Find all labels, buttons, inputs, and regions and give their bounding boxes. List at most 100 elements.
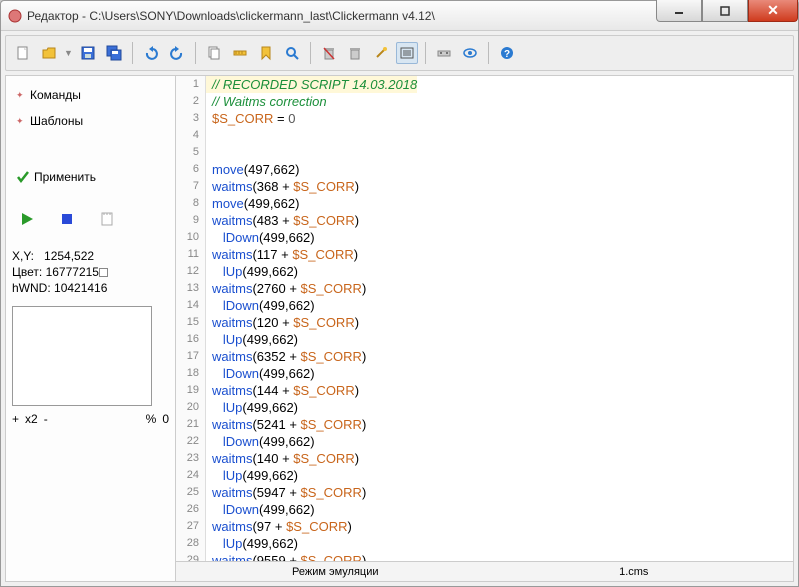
minimize-button[interactable] <box>656 0 702 22</box>
code-area[interactable]: 1// RECORDED SCRIPT 14.03.20182// Waitms… <box>176 76 793 561</box>
code-line[interactable]: 14 lDown(499,662) <box>176 297 793 314</box>
code-line[interactable]: 9waitms(483 + $S_CORR) <box>176 212 793 229</box>
code-line[interactable]: 29waitms(9559 + $S_CORR) <box>176 552 793 561</box>
save-all-button[interactable] <box>103 42 125 64</box>
help-button[interactable]: ? <box>496 42 518 64</box>
code-line[interactable]: 2// Waitms correction <box>176 93 793 110</box>
sidebar-templates[interactable]: ✦ Шаблоны <box>12 108 169 134</box>
code-src[interactable] <box>206 144 212 161</box>
code-line[interactable]: 25waitms(5947 + $S_CORR) <box>176 484 793 501</box>
code-line[interactable]: 24 lUp(499,662) <box>176 467 793 484</box>
open-file-button[interactable] <box>38 42 60 64</box>
code-src[interactable] <box>206 127 212 144</box>
code-line[interactable]: 16 lUp(499,662) <box>176 331 793 348</box>
code-src[interactable]: lUp(499,662) <box>206 331 298 348</box>
code-line[interactable]: 12 lUp(499,662) <box>176 263 793 280</box>
info-xy-value: 1254,522 <box>44 249 94 263</box>
code-src[interactable]: lDown(499,662) <box>206 229 315 246</box>
apply-button[interactable]: Применить <box>12 164 169 190</box>
code-line[interactable]: 19waitms(144 + $S_CORR) <box>176 382 793 399</box>
search-button[interactable] <box>281 42 303 64</box>
zoom-plus-button[interactable]: + <box>12 412 19 426</box>
trash-button[interactable] <box>344 42 366 64</box>
code-line[interactable]: 5 <box>176 144 793 161</box>
editor-window: Редактор - C:\Users\SONY\Downloads\click… <box>0 0 799 587</box>
code-line[interactable]: 6move(497,662) <box>176 161 793 178</box>
code-src[interactable]: // Waitms correction <box>206 93 327 110</box>
code-src[interactable]: lUp(499,662) <box>206 399 298 416</box>
line-number: 1 <box>176 76 206 93</box>
code-line[interactable]: 8move(499,662) <box>176 195 793 212</box>
new-file-button[interactable] <box>12 42 34 64</box>
code-src[interactable]: lUp(499,662) <box>206 263 298 280</box>
code-src[interactable]: waitms(5241 + $S_CORR) <box>206 416 366 433</box>
code-src[interactable]: lDown(499,662) <box>206 365 315 382</box>
code-src[interactable]: $S_CORR = 0 <box>206 110 295 127</box>
undo-button[interactable] <box>140 42 162 64</box>
delete-button[interactable] <box>318 42 340 64</box>
sidebar-label: Команды <box>30 88 81 102</box>
sidebar-label: Шаблоны <box>30 114 83 128</box>
code-line[interactable]: 27waitms(97 + $S_CORR) <box>176 518 793 535</box>
sidebar-commands[interactable]: ✦ Команды <box>12 82 169 108</box>
code-line[interactable]: 18 lDown(499,662) <box>176 365 793 382</box>
code-src[interactable]: waitms(2760 + $S_CORR) <box>206 280 366 297</box>
code-line[interactable]: 17waitms(6352 + $S_CORR) <box>176 348 793 365</box>
redo-button[interactable] <box>166 42 188 64</box>
code-src[interactable]: lUp(499,662) <box>206 467 298 484</box>
code-src[interactable]: waitms(144 + $S_CORR) <box>206 382 359 399</box>
code-line[interactable]: 26 lDown(499,662) <box>176 501 793 518</box>
code-line[interactable]: 21waitms(5241 + $S_CORR) <box>176 416 793 433</box>
code-src[interactable]: lDown(499,662) <box>206 501 315 518</box>
code-src[interactable]: // RECORDED SCRIPT 14.03.2018 <box>206 76 417 93</box>
code-line[interactable]: 20 lUp(499,662) <box>176 399 793 416</box>
code-line[interactable]: 22 lDown(499,662) <box>176 433 793 450</box>
code-src[interactable]: waitms(483 + $S_CORR) <box>206 212 359 229</box>
code-line[interactable]: 1// RECORDED SCRIPT 14.03.2018 <box>176 76 793 93</box>
code-line[interactable]: 7waitms(368 + $S_CORR) <box>176 178 793 195</box>
code-line[interactable]: 10 lDown(499,662) <box>176 229 793 246</box>
code-src[interactable]: waitms(6352 + $S_CORR) <box>206 348 366 365</box>
settings-button[interactable] <box>433 42 455 64</box>
info-color-value: 16777215 <box>46 265 99 279</box>
code-line[interactable]: 11waitms(117 + $S_CORR) <box>176 246 793 263</box>
line-number: 8 <box>176 195 206 212</box>
code-src[interactable]: waitms(140 + $S_CORR) <box>206 450 359 467</box>
line-number: 7 <box>176 178 206 195</box>
code-line[interactable]: 4 <box>176 127 793 144</box>
maximize-button[interactable] <box>702 0 748 22</box>
code-src[interactable]: waitms(117 + $S_CORR) <box>206 246 358 263</box>
zoom-percent-button[interactable]: % <box>146 412 157 426</box>
toggle-panel-button[interactable] <box>396 42 418 64</box>
dropdown-icon[interactable]: ▼ <box>64 48 73 58</box>
ruler-button[interactable] <box>229 42 251 64</box>
code-src[interactable]: waitms(97 + $S_CORR) <box>206 518 352 535</box>
bookmark-button[interactable] <box>255 42 277 64</box>
close-button[interactable]: ✕ <box>748 0 798 22</box>
eye-button[interactable] <box>459 42 481 64</box>
play-button[interactable] <box>16 208 38 230</box>
line-number: 25 <box>176 484 206 501</box>
line-number: 18 <box>176 365 206 382</box>
stop-button[interactable] <box>56 208 78 230</box>
save-button[interactable] <box>77 42 99 64</box>
wand-button[interactable] <box>370 42 392 64</box>
code-src[interactable]: lDown(499,662) <box>206 433 315 450</box>
code-line[interactable]: 3$S_CORR = 0 <box>176 110 793 127</box>
code-line[interactable]: 28 lUp(499,662) <box>176 535 793 552</box>
code-src[interactable]: move(497,662) <box>206 161 299 178</box>
code-src[interactable]: lUp(499,662) <box>206 535 298 552</box>
code-line[interactable]: 23waitms(140 + $S_CORR) <box>176 450 793 467</box>
notes-button[interactable] <box>96 208 118 230</box>
code-src[interactable]: waitms(368 + $S_CORR) <box>206 178 359 195</box>
code-src[interactable]: lDown(499,662) <box>206 297 315 314</box>
code-src[interactable]: waitms(120 + $S_CORR) <box>206 314 359 331</box>
code-line[interactable]: 13waitms(2760 + $S_CORR) <box>176 280 793 297</box>
copy-button[interactable] <box>203 42 225 64</box>
code-src[interactable]: waitms(9559 + $S_CORR) <box>206 552 366 561</box>
zoom-minus-button[interactable]: - <box>44 412 48 426</box>
code-src[interactable]: move(499,662) <box>206 195 299 212</box>
code-line[interactable]: 15waitms(120 + $S_CORR) <box>176 314 793 331</box>
app-icon <box>7 8 23 24</box>
code-src[interactable]: waitms(5947 + $S_CORR) <box>206 484 366 501</box>
